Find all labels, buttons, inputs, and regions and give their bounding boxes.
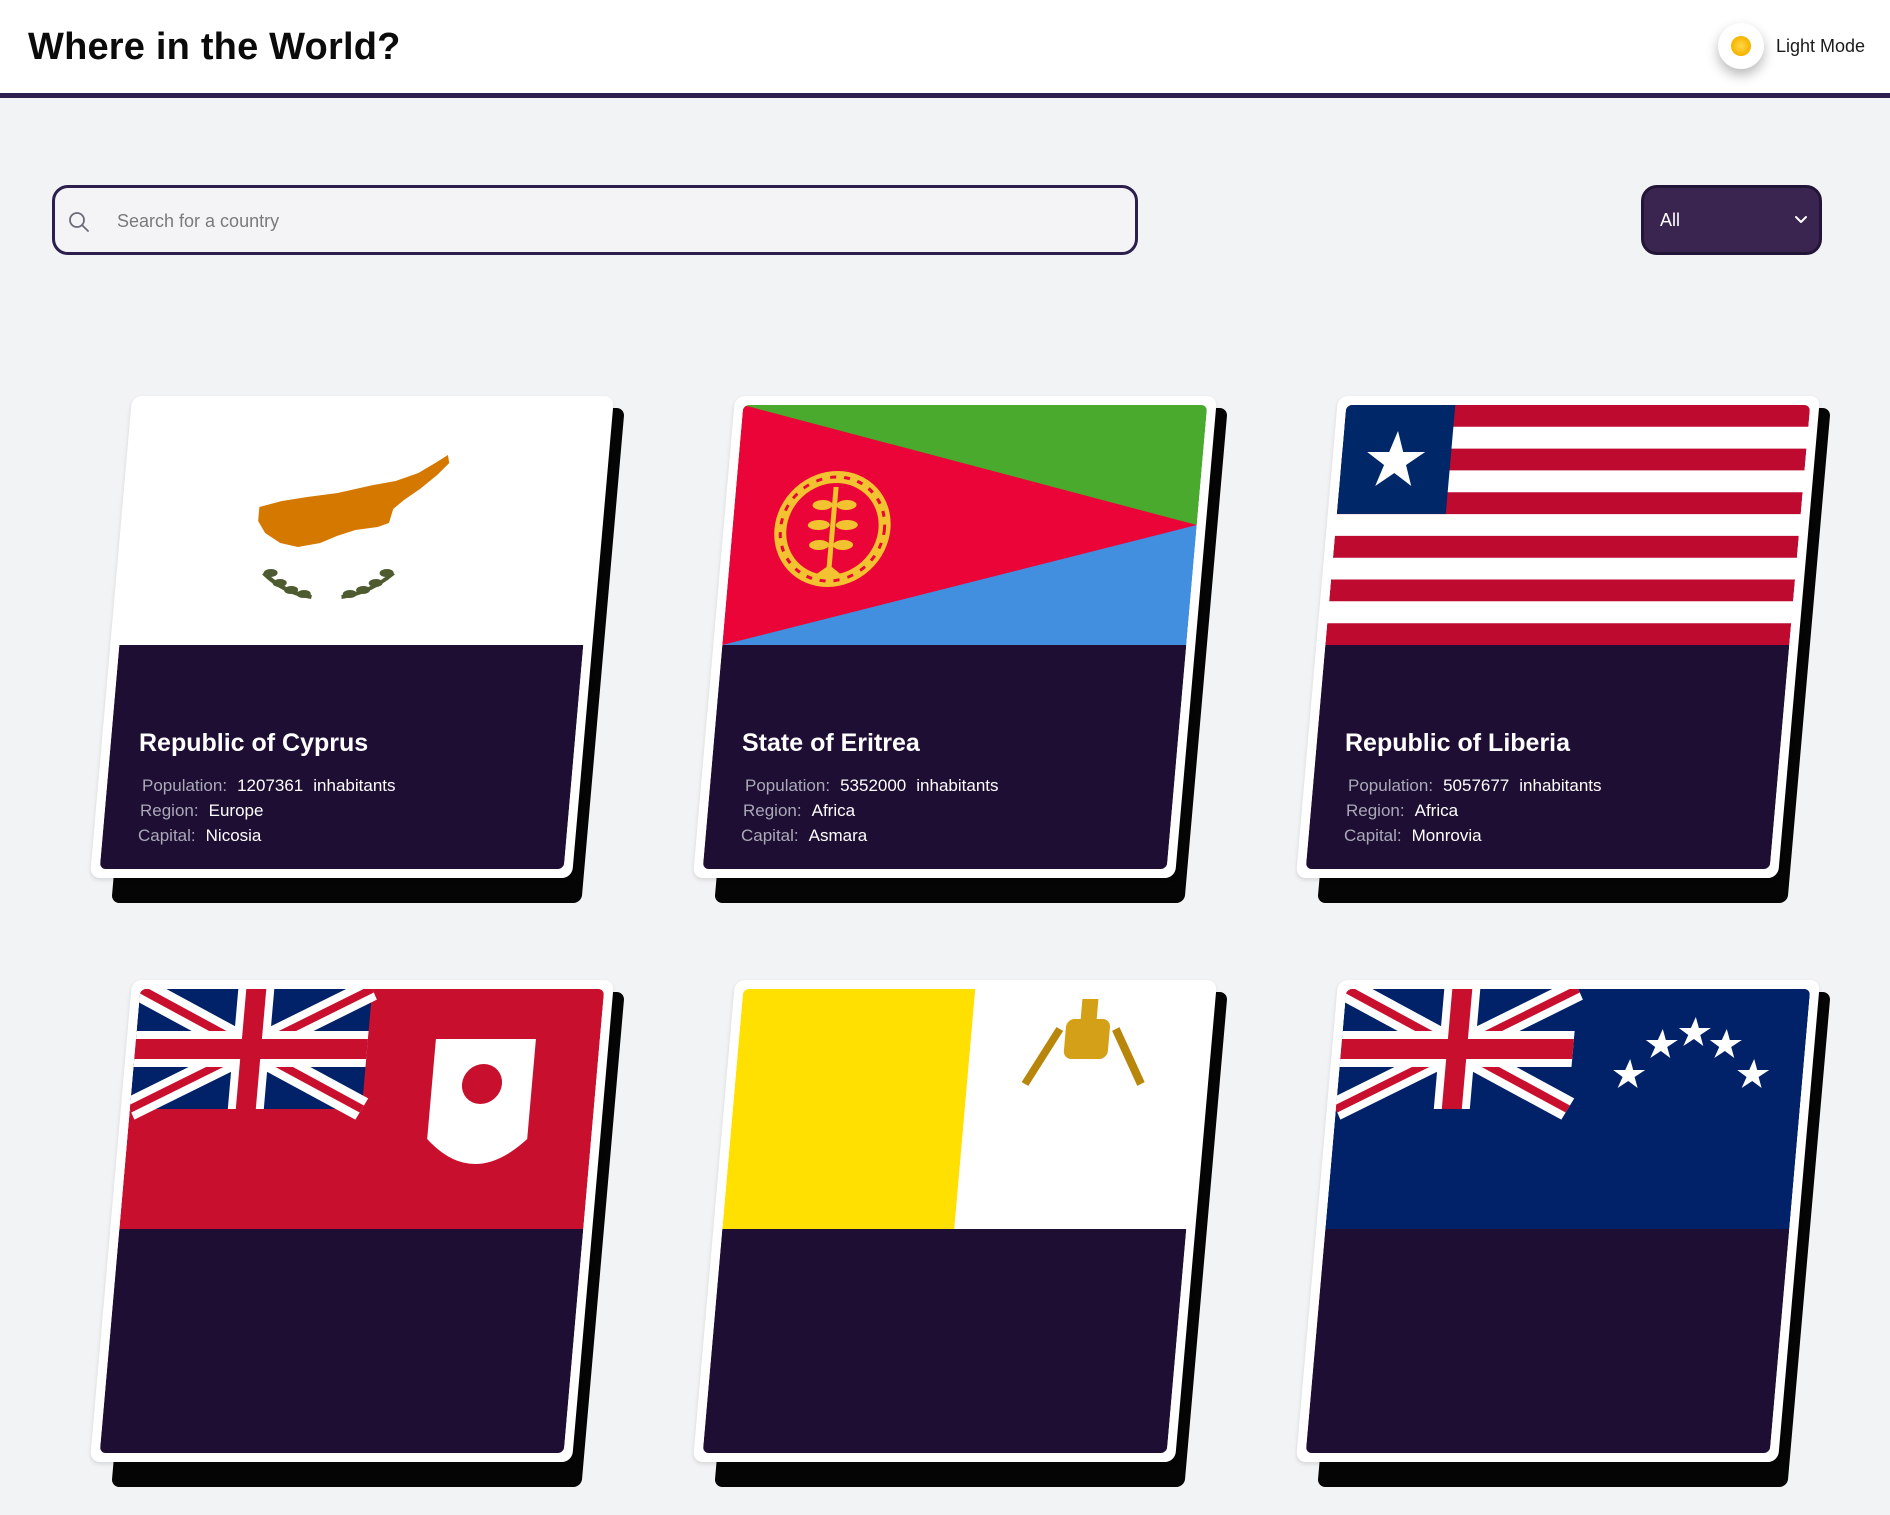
- region-filter-value: All: [1660, 210, 1681, 230]
- card-body: [702, 989, 1208, 1453]
- search-icon: [69, 212, 89, 232]
- cyprus-flag: [119, 405, 605, 645]
- theme-toggle-knob[interactable]: [1718, 23, 1764, 69]
- card-body: [1305, 405, 1811, 869]
- country-card[interactable]: Republic of Liberia Population: 5057677 in…: [1295, 396, 1831, 931]
- chevron-down-icon: [1795, 216, 1807, 223]
- card-body: [99, 989, 605, 1453]
- card-body: [99, 405, 605, 869]
- search-box[interactable]: [52, 185, 1138, 255]
- card-info-panel: [99, 1229, 584, 1453]
- theme-toggle-label: Light Mode: [1776, 36, 1866, 56]
- cook-islands-flag: [1325, 989, 1811, 1229]
- card-info-panel: [1305, 1229, 1790, 1453]
- card-body: [1305, 989, 1811, 1453]
- country-card[interactable]: [692, 980, 1228, 1515]
- country-card[interactable]: [1295, 980, 1831, 1515]
- card-info-panel: [702, 645, 1187, 869]
- country-card[interactable]: Republic of Cyprus Population: 1207361 inh…: [89, 396, 625, 931]
- bermuda-flag: [119, 989, 605, 1229]
- region-filter-select[interactable]: All: [1641, 185, 1822, 255]
- country-card[interactable]: [89, 980, 625, 1515]
- liberia-flag: [1325, 405, 1811, 645]
- card-body: [702, 405, 1208, 869]
- theme-toggle-button[interactable]: Light Mode: [1718, 23, 1880, 73]
- eritrea-flag: [722, 405, 1208, 645]
- card-info-panel: [702, 1229, 1187, 1453]
- vatican-flag: [722, 989, 1208, 1229]
- page-title: Where in the World?: [28, 26, 401, 68]
- header-bar: Where in the World? Light Mode: [0, 0, 1890, 98]
- country-card[interactable]: State of Eritrea Population: 5352000 inhab…: [692, 396, 1228, 931]
- card-info-panel: [1305, 645, 1790, 869]
- card-info-panel: [99, 645, 584, 869]
- search-input[interactable]: [115, 198, 1119, 244]
- sun-icon: [1731, 36, 1751, 56]
